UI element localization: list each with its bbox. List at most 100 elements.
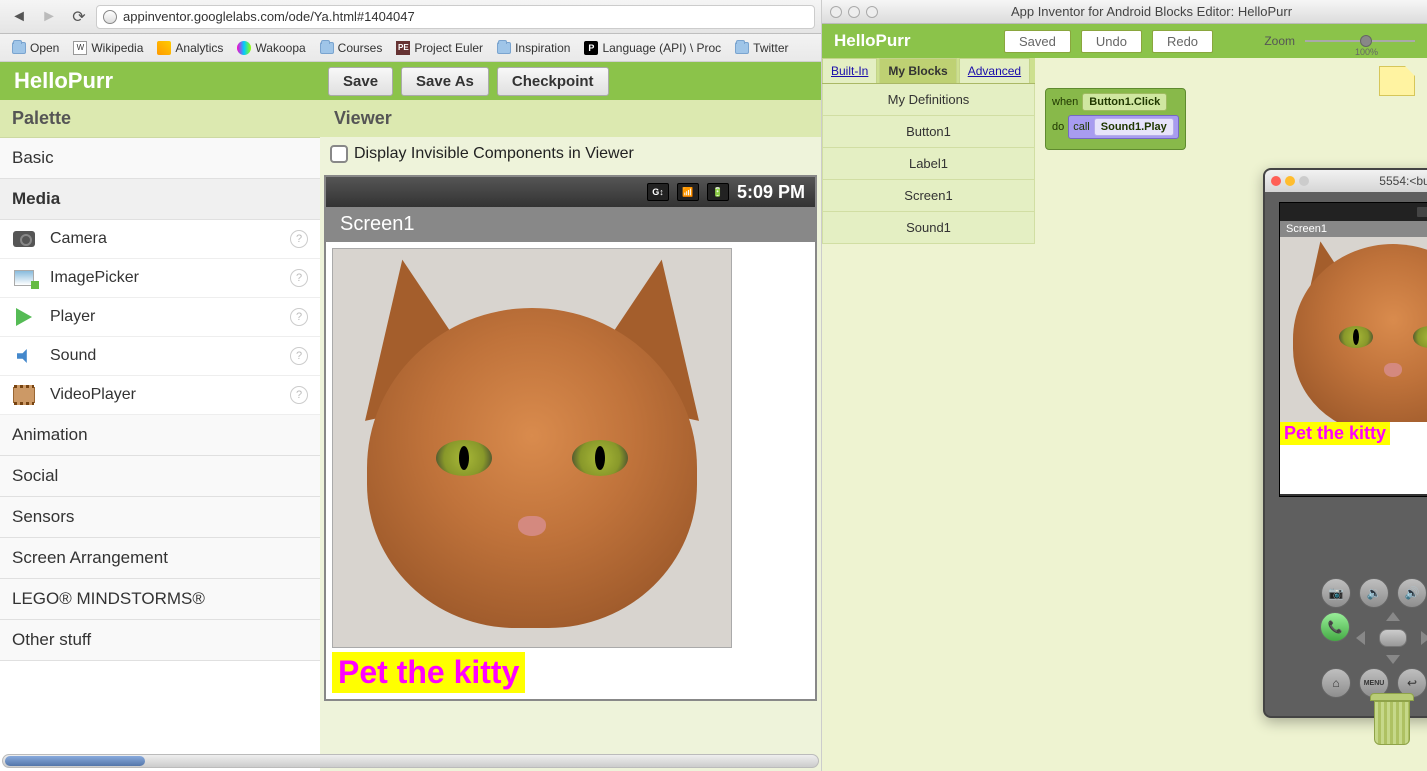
bookmark-twitter[interactable]: Twitter [729,39,794,57]
help-icon[interactable]: ? [290,269,308,287]
designer-header: HelloPurr Save Save As Checkpoint [0,62,821,100]
emulator-zoom-dot[interactable] [1299,176,1309,186]
checkpoint-button[interactable]: Checkpoint [497,67,609,96]
phone-preview: G↕ 📶 🔋 5:09 PM Screen1 Pet the kitty [324,175,817,701]
emulator-camera-button[interactable]: 📷 [1321,578,1351,608]
minimize-dot[interactable] [848,6,860,18]
screen-title: Screen1 [326,207,815,242]
display-invisible-checkbox[interactable] [330,145,348,163]
side-item-label1[interactable]: Label1 [822,148,1035,180]
call-action: Sound1.Play [1094,118,1174,136]
zoom-label: Zoom [1264,34,1295,48]
zoom-slider[interactable]: 100% [1305,35,1415,47]
palette-item-sound[interactable]: Sound ? [0,337,320,376]
palette-group-other[interactable]: Other stuff [0,620,320,661]
site-icon [103,10,117,24]
palette-group-screen[interactable]: Screen Arrangement [0,538,320,579]
emulator-volup-button[interactable]: 🔊 [1397,578,1427,608]
side-item-mydefinitions[interactable]: My Definitions [822,84,1035,116]
tab-builtin[interactable]: Built-In [822,58,877,83]
palette-group-animation[interactable]: Animation [0,415,320,456]
side-item-sound1[interactable]: Sound1 [822,212,1035,244]
emulator-titlebar[interactable]: 5554:<build> [1265,170,1427,192]
when-keyword: when [1052,96,1078,108]
dpad-center[interactable] [1379,629,1407,647]
emulator-screen: 8:23 PM Screen1 Pet the kitty [1279,202,1427,497]
help-icon[interactable]: ? [290,308,308,326]
tab-myblocks[interactable]: My Blocks [879,58,956,83]
emulator-call-button[interactable]: 📞 [1320,612,1350,642]
phone-status-bar: G↕ 📶 🔋 5:09 PM [326,177,815,207]
side-item-screen1[interactable]: Screen1 [822,180,1035,212]
bookmark-wakoopa[interactable]: Wakoopa [231,39,311,57]
save-as-button[interactable]: Save As [401,67,489,96]
button1-image[interactable] [332,248,732,648]
label1[interactable]: Pet the kitty [332,652,525,693]
blocks-canvas[interactable]: when Button1.Click do call Sound1.Play [1035,58,1427,771]
emulator-status-bar: 8:23 PM [1280,203,1427,221]
undo-button[interactable]: Undo [1081,30,1142,53]
emulator-home-button[interactable]: ⌂ [1321,668,1351,698]
palette-group-social[interactable]: Social [0,456,320,497]
palette-group-basic[interactable]: Basic [0,138,320,179]
bookmark-wikipedia[interactable]: WWikipedia [67,39,149,57]
emulator-close-dot[interactable] [1271,176,1281,186]
do-keyword: do [1052,121,1064,133]
bookmark-open[interactable]: Open [6,39,65,57]
palette-item-videoplayer[interactable]: VideoPlayer ? [0,376,320,415]
bookmarks-bar: Open WWikipedia Analytics Wakoopa Course… [0,34,821,62]
url-text: appinventor.googlelabs.com/ode/Ya.html#1… [123,9,415,24]
emulator-button1[interactable] [1280,237,1427,422]
when-block[interactable]: when Button1.Click do call Sound1.Play [1045,88,1186,150]
viewer-panel: Viewer Display Invisible Components in V… [320,100,821,771]
close-dot[interactable] [830,6,842,18]
page-corner[interactable] [1379,66,1415,96]
wikipedia-icon: W [73,41,87,55]
palette-header: Palette [0,100,320,138]
emulator-label1: Pet the kitty [1280,422,1390,445]
redo-button[interactable]: Redo [1152,30,1213,53]
bookmark-projecteuler[interactable]: PEProject Euler [390,39,489,57]
imagepicker-icon [12,268,36,288]
emulator-title: 5554:<build> [1313,174,1427,188]
bookmark-inspiration[interactable]: Inspiration [491,39,576,57]
call-block[interactable]: call Sound1.Play [1068,115,1179,139]
horizontal-scrollbar[interactable] [2,754,819,768]
palette-group-media[interactable]: Media [0,179,320,220]
back-button[interactable]: ◄ [6,5,32,29]
help-icon[interactable]: ? [290,347,308,365]
tab-advanced[interactable]: Advanced [959,58,1030,83]
emulator-controls: 📷 🔉 🔊 ⏻ 📞 📞 ⌂ [1265,568,1427,708]
folder-icon [12,42,26,54]
reload-button[interactable]: ⟳ [66,5,92,29]
forward-button[interactable]: ► [36,5,62,29]
palette-item-camera[interactable]: Camera ? [0,220,320,259]
emulator-voldown-button[interactable]: 🔉 [1359,578,1389,608]
scrollbar-thumb[interactable] [5,756,145,766]
address-bar[interactable]: appinventor.googlelabs.com/ode/Ya.html#1… [96,5,815,29]
emulator-dpad[interactable] [1358,612,1427,664]
folder-icon [735,42,749,54]
bookmark-analytics[interactable]: Analytics [151,39,229,57]
save-button[interactable]: Save [328,67,393,96]
bookmark-language[interactable]: PLanguage (API) \ Proc [578,39,727,57]
palette-item-player[interactable]: Player ? [0,298,320,337]
window-titlebar[interactable]: App Inventor for Android Blocks Editor: … [822,0,1427,24]
emulator-window[interactable]: 5554:<build> 8:23 PM Screen1 [1263,168,1427,718]
player-icon [12,307,36,327]
viewer-header: Viewer [320,100,821,137]
side-item-button1[interactable]: Button1 [822,116,1035,148]
emulator-minimize-dot[interactable] [1285,176,1295,186]
folder-icon [497,42,511,54]
palette-group-sensors[interactable]: Sensors [0,497,320,538]
zoom-dot[interactable] [866,6,878,18]
help-icon[interactable]: ? [290,230,308,248]
palette-group-lego[interactable]: LEGO® MINDSTORMS® [0,579,320,620]
trash-icon[interactable] [1369,693,1415,749]
palette-item-imagepicker[interactable]: ImagePicker ? [0,259,320,298]
help-icon[interactable]: ? [290,386,308,404]
analytics-icon [157,41,171,55]
processing-icon: P [584,41,598,55]
bookmark-courses[interactable]: Courses [314,39,389,57]
phone-time: 5:09 PM [737,182,805,203]
